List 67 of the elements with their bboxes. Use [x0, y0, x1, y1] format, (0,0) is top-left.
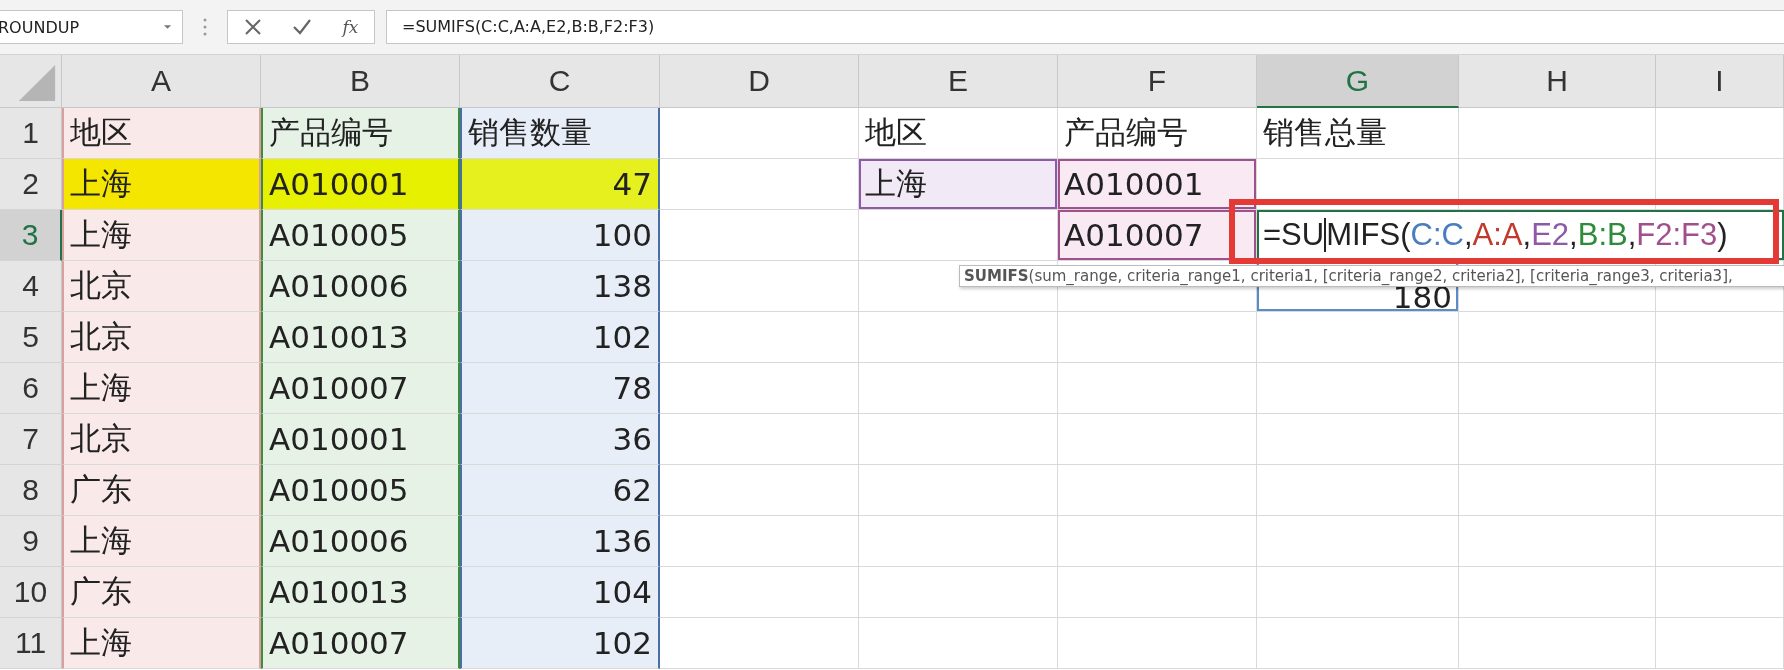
table-cell: 136 — [460, 516, 660, 567]
table-cell: 上海 — [62, 516, 261, 567]
table-cell: 62 — [460, 465, 660, 516]
table-cell: 广东 — [62, 567, 261, 618]
table-cell: 北京 — [62, 414, 261, 465]
row-header[interactable]: 11 — [0, 618, 62, 669]
table-cell: A010013 — [261, 567, 460, 618]
table-cell: A010007 — [1058, 210, 1257, 261]
table-cell: 138 — [460, 261, 660, 312]
row-header[interactable]: 5 — [0, 312, 62, 363]
table-cell: 102 — [460, 618, 660, 669]
table-cell: 102 — [460, 312, 660, 363]
caret-icon[interactable] — [163, 24, 172, 30]
table-cell: A010001 — [261, 159, 460, 210]
table-cell: A010013 — [261, 312, 460, 363]
table-cell: 地区 — [62, 108, 261, 159]
table-cell: 上海 — [62, 210, 261, 261]
table-cell: A010007 — [261, 363, 460, 414]
table-cell: A010006 — [261, 261, 460, 312]
check-icon[interactable] — [293, 18, 312, 36]
table-cell: A010001 — [261, 414, 460, 465]
column-header[interactable]: I — [1656, 55, 1784, 108]
column-header[interactable]: B — [261, 55, 460, 108]
cell-editor[interactable]: =SUMIFS(C:C,A:A,E2,B:B,F2:F3) — [1257, 210, 1784, 261]
row-header[interactable]: 9 — [0, 516, 62, 567]
table-cell: 100 — [460, 210, 660, 261]
close-icon[interactable] — [243, 18, 262, 36]
table-cell: 上海 — [859, 159, 1058, 210]
table-cell: A010005 — [261, 210, 460, 261]
table-cell: 广东 — [62, 465, 261, 516]
table-cell: A010001 — [1058, 159, 1257, 210]
table-cell: 销售数量 — [460, 108, 660, 159]
column-header[interactable]: D — [660, 55, 859, 108]
table-cell: A010005 — [261, 465, 460, 516]
table-cell: 上海 — [62, 618, 261, 669]
column-header[interactable]: E — [859, 55, 1058, 108]
row-header[interactable]: 7 — [0, 414, 62, 465]
formula-field[interactable]: =SUMIFS(C:C,A:A,E2,B:B,F2:F3) — [386, 10, 1784, 44]
table-cell: 销售总量 — [1257, 108, 1459, 159]
table-cell: A010007 — [261, 618, 460, 669]
row-header[interactable]: 3 — [0, 210, 62, 261]
table-cell: 北京 — [62, 261, 261, 312]
function-tooltip: SUMIFS(sum_range, criteria_range1, criteria1, [criteria_range2, criteria2], [criteria_range3, criteria3], — [959, 265, 1784, 287]
table-cell: 北京 — [62, 312, 261, 363]
column-header[interactable]: C — [460, 55, 660, 108]
name-box[interactable]: ROUNDUP — [0, 10, 183, 44]
table-cell: A010006 — [261, 516, 460, 567]
column-header[interactable]: H — [1459, 55, 1656, 108]
row-header[interactable]: 10 — [0, 567, 62, 618]
table-cell: 104 — [460, 567, 660, 618]
table-cell: 47 — [460, 159, 660, 210]
row-header[interactable]: 4 — [0, 261, 62, 312]
table-cell: 78 — [460, 363, 660, 414]
table-cell: 36 — [460, 414, 660, 465]
name-box-text: ROUNDUP — [0, 17, 80, 37]
row-header[interactable]: 6 — [0, 363, 62, 414]
row-header[interactable]: 1 — [0, 108, 62, 159]
table-cell: 上海 — [62, 159, 261, 210]
function-button[interactable]: fx — [342, 17, 359, 37]
row-header[interactable]: 2 — [0, 159, 62, 210]
column-header[interactable]: F — [1058, 55, 1257, 108]
column-header[interactable]: G — [1257, 55, 1459, 108]
column-header[interactable]: A — [62, 55, 261, 108]
table-cell: 上海 — [62, 363, 261, 414]
row-header[interactable]: 8 — [0, 465, 62, 516]
table-cell: 产品编号 — [261, 108, 460, 159]
grip-icon[interactable] — [203, 18, 207, 36]
